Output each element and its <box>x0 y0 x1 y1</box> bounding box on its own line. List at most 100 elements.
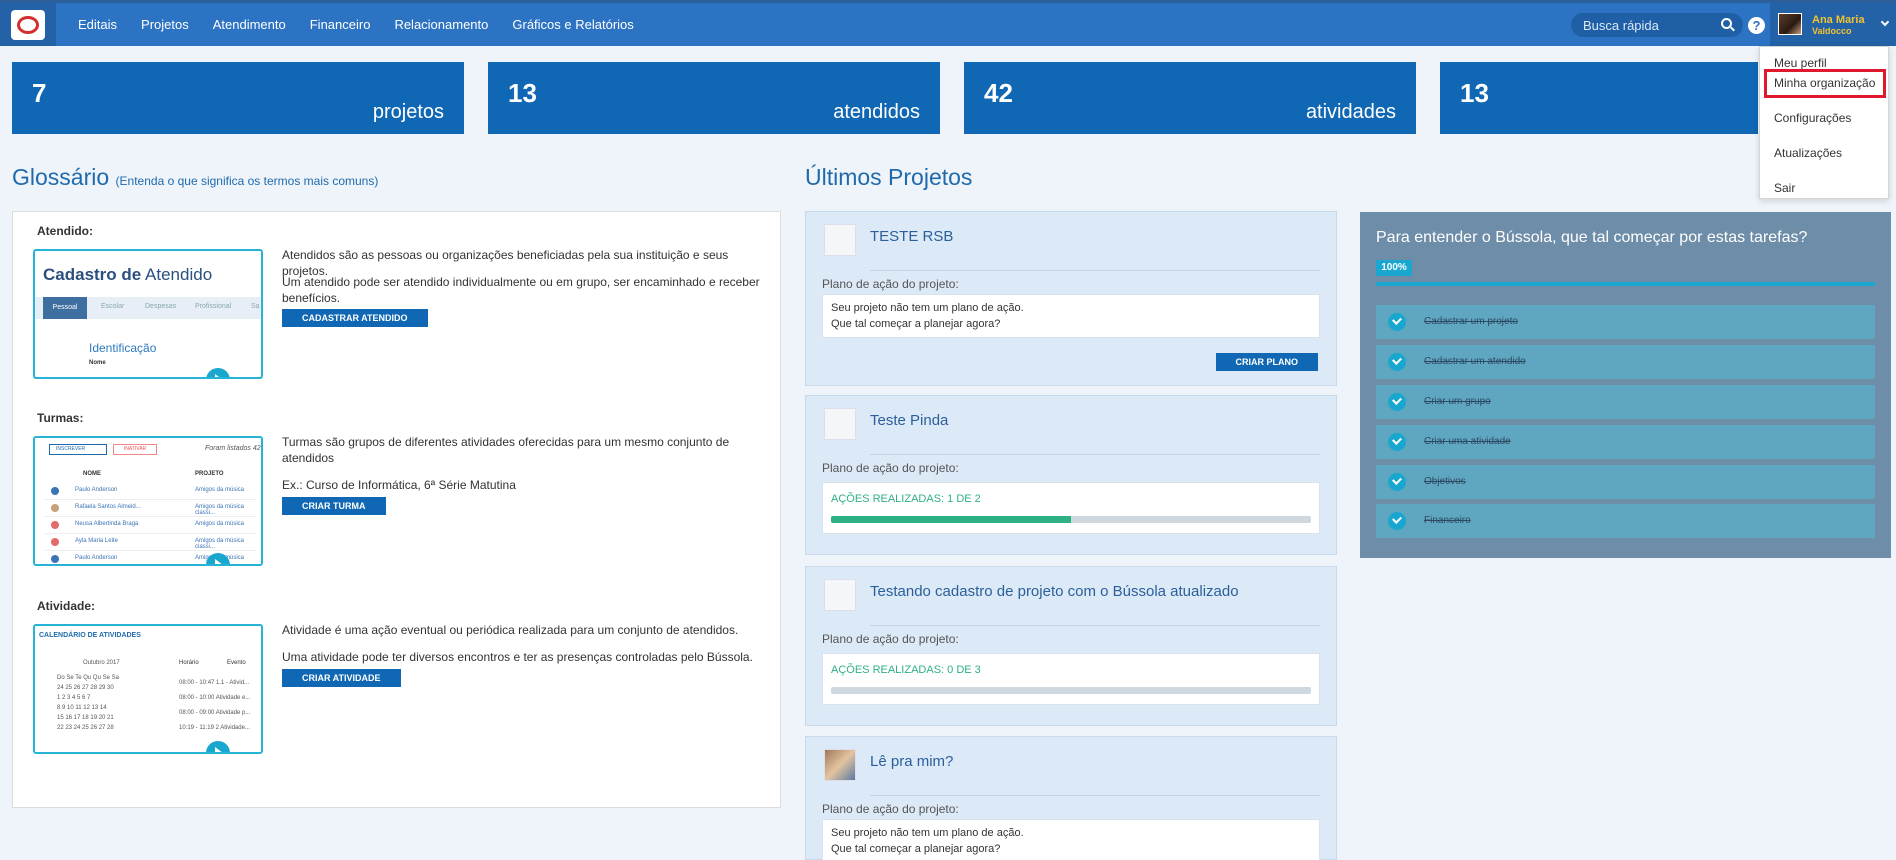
thumb-tabs: Pessoal Escolar Despesas Profissional Sa <box>35 297 261 319</box>
glossary-text: Turmas são grupos de diferentes atividad… <box>282 435 730 465</box>
plan-progress-box: AÇÕES REALIZADAS: 0 DE 3 <box>822 653 1320 705</box>
top-navbar: Editais Projetos Atendimento Financeiro … <box>0 0 1896 46</box>
thumb-col-projeto: PROJETO <box>195 471 224 477</box>
menu-item-atualizacoes[interactable]: Atualizações <box>1774 146 1842 160</box>
thumb-cal-week: 24 25 26 27 28 29 30 <box>57 685 114 691</box>
onboarding-task[interactable]: Objetivos <box>1376 465 1875 499</box>
stat-value: 13 <box>1460 78 1489 108</box>
stat-tile-atividades[interactable]: 42 atividades <box>964 62 1416 134</box>
thumb-field: Nome <box>89 360 106 366</box>
acoes-realizadas: AÇÕES REALIZADAS: 1 DE 2 <box>831 493 981 505</box>
nav-item-graficos-relatorios[interactable]: Gráficos e Relatórios <box>512 17 633 32</box>
main-menu: Editais Projetos Atendimento Financeiro … <box>66 3 646 46</box>
plan-label: Plano de ação do projeto: <box>822 277 959 291</box>
check-icon <box>1388 433 1406 451</box>
stat-tile-projetos[interactable]: 7 projetos <box>12 62 464 134</box>
stat-tile-4[interactable]: 13 <box>1440 62 1758 134</box>
stat-label: atividades <box>1305 101 1396 123</box>
stat-value: 13 <box>508 78 537 108</box>
video-thumb-atendido[interactable]: Cadastro de Atendido Pessoal Escolar Des… <box>33 249 263 379</box>
search-box <box>1571 13 1743 37</box>
bussola-logo-icon <box>11 9 45 40</box>
onboarding-task[interactable]: Cadastrar um projeto <box>1376 305 1875 339</box>
thumb-col-horario: Horário <box>179 660 199 666</box>
thumb-title: CALENDÁRIO DE ATIVIDADES <box>39 632 141 639</box>
user-first-name: Ana Maria <box>1812 14 1865 26</box>
plan-label: Plano de ação do projeto: <box>822 461 959 475</box>
thumb-event: 08:00 - 10:47 1.1 - Ativid... <box>179 680 250 686</box>
thumb-tab: Sa <box>251 303 260 310</box>
thumb-col-nome: NOME <box>83 471 101 477</box>
thumb-event: 08:00 - 09:00 Atividade p... <box>179 710 251 716</box>
video-thumb-atividade[interactable]: CALENDÁRIO DE ATIVIDADES Outubro 2017 Ho… <box>33 624 263 754</box>
criar-plano-button[interactable]: CRIAR PLANO <box>1215 353 1318 371</box>
onboarding-task[interactable]: Criar uma atividade <box>1376 425 1875 459</box>
task-label: Criar um grupo <box>1424 396 1491 407</box>
glossary-title: Glossário (Entenda o que significa os te… <box>12 164 378 191</box>
thumb-event: 08:00 - 10:00 Atividade e... <box>179 695 251 701</box>
logo[interactable] <box>0 3 56 46</box>
user-dropdown: Meu perfil Minha organização Configuraçõ… <box>1759 46 1889 199</box>
plan-empty-box: Seu projeto não tem um plano de ação. Que… <box>822 819 1320 860</box>
project-name[interactable]: Testando cadastro de projeto com o Bússo… <box>870 583 1239 600</box>
project-card[interactable]: Lê pra mim? Plano de ação do projeto: Se… <box>805 736 1337 860</box>
cadastrar-atendido-button[interactable]: CADASTRAR ATENDIDO <box>282 309 428 327</box>
menu-item-meu-perfil[interactable]: Meu perfil <box>1774 56 1827 70</box>
stat-tile-atendidos[interactable]: 13 atendidos <box>488 62 940 134</box>
thumb-month: Outubro 2017 <box>83 660 120 666</box>
nav-item-projetos[interactable]: Projetos <box>141 17 189 32</box>
task-label: Criar uma atividade <box>1424 436 1511 447</box>
criar-atividade-button[interactable]: CRIAR ATIVIDADE <box>282 669 401 687</box>
onboarding-task[interactable]: Financeiro <box>1376 504 1875 538</box>
project-image-icon <box>824 224 856 256</box>
divider <box>870 270 1320 271</box>
thumb-row: Paulo AndersonAmigos da música <box>45 483 257 500</box>
thumb-event: 10:19 - 11:19 2 Atividade... <box>179 725 250 731</box>
chevron-down-icon[interactable] <box>1880 17 1890 27</box>
onboarding-progress-bar <box>1376 282 1875 286</box>
nav-item-relacionamento[interactable]: Relacionamento <box>394 17 488 32</box>
project-name[interactable]: Teste Pinda <box>870 412 948 429</box>
thumb-cal-week: 8 9 10 11 12 13 14 <box>57 705 107 711</box>
glossary-heading-turmas: Turmas: <box>37 411 84 425</box>
nav-item-financeiro[interactable]: Financeiro <box>310 17 371 32</box>
glossary-subtitle: (Entenda o que significa os termos mais … <box>115 174 379 188</box>
check-icon <box>1388 313 1406 331</box>
menu-item-minha-organizacao[interactable]: Minha organização <box>1774 76 1875 90</box>
criar-turma-button[interactable]: CRIAR TURMA <box>282 497 386 515</box>
stat-value: 42 <box>984 78 1013 108</box>
plan-empty-text: Seu projeto não tem um plano de ação. Que… <box>831 302 1024 330</box>
task-label: Objetivos <box>1424 476 1466 487</box>
glossary-text: Ex.: Curso de Informática, 6ª Série Matu… <box>282 478 516 492</box>
check-icon <box>1388 512 1406 530</box>
thumb-cal-week: 15 16 17 18 19 20 21 <box>57 715 114 721</box>
project-card[interactable]: Testando cadastro de projeto com o Bússo… <box>805 566 1337 726</box>
thumb-row: Rafaela Santos Almeid... Amigos da música… <box>45 500 257 517</box>
project-card[interactable]: TESTE RSB Plano de ação do projeto: Seu … <box>805 211 1337 386</box>
project-name[interactable]: Lê pra mim? <box>870 753 953 770</box>
search-icon[interactable] <box>1721 18 1732 29</box>
plan-empty-text: Seu projeto não tem um plano de ação. Que… <box>831 827 1024 855</box>
help-icon[interactable]: ? <box>1748 17 1765 34</box>
nav-item-atendimento[interactable]: Atendimento <box>213 17 286 32</box>
search-input[interactable] <box>1571 17 1711 33</box>
play-icon[interactable] <box>206 368 230 377</box>
menu-item-configuracoes[interactable]: Configurações <box>1774 111 1851 125</box>
onboarding-title: Para entender o Bússola, que tal começar… <box>1376 229 1808 246</box>
project-card[interactable]: Teste Pinda Plano de ação do projeto: AÇ… <box>805 395 1337 555</box>
nav-item-editais[interactable]: Editais <box>78 17 117 32</box>
projects-title: Últimos Projetos <box>805 164 973 190</box>
onboarding-task[interactable]: Cadastrar um atendido <box>1376 345 1875 379</box>
onboarding-task[interactable]: Criar um grupo <box>1376 385 1875 419</box>
glossary-heading-atendido: Atendido: <box>37 224 93 238</box>
play-icon[interactable] <box>206 741 230 752</box>
video-thumb-turmas[interactable]: INSCREVER INATIVAR Foram listados 42 NOM… <box>33 436 263 566</box>
menu-item-sair[interactable]: Sair <box>1774 181 1795 195</box>
plan-empty-box: Seu projeto não tem um plano de ação. Que… <box>822 294 1320 338</box>
user-menu[interactable]: Ana Maria Valdocco <box>1770 3 1896 46</box>
task-label: Financeiro <box>1424 515 1471 526</box>
project-name[interactable]: TESTE RSB <box>870 228 953 245</box>
acoes-realizadas: AÇÕES REALIZADAS: 0 DE 3 <box>831 664 981 676</box>
thumb-col-evento: Evento <box>227 660 246 666</box>
thumb-cal-week: 22 23 24 25 26 27 28 <box>57 725 114 731</box>
